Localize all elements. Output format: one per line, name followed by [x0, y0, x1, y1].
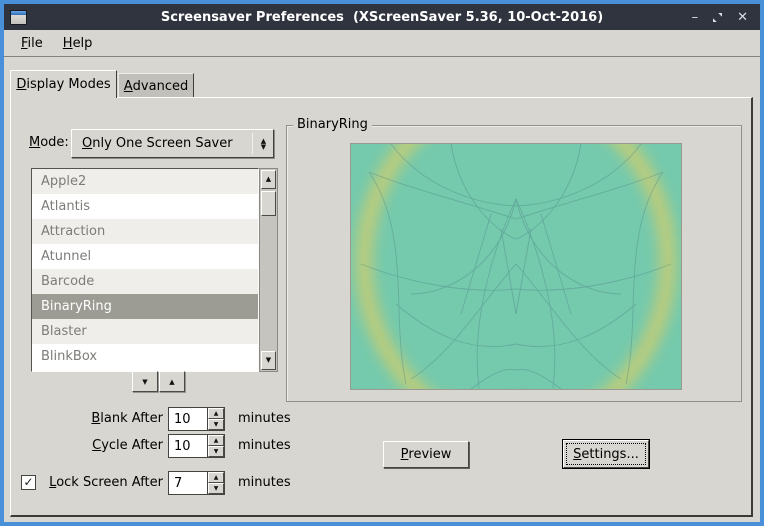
- list-item[interactable]: Blaster: [32, 319, 258, 344]
- mode-select[interactable]: Only One Screen Saver ▲ ▼: [71, 129, 274, 158]
- list-item[interactable]: Atlantis: [32, 194, 258, 219]
- combo-arrows-icon: ▲ ▼: [256, 138, 273, 150]
- preview-button[interactable]: Preview: [383, 441, 469, 468]
- mode-selected-value: Only One Screen Saver: [72, 136, 252, 151]
- titlebar[interactable]: Screensaver Preferences (XScreenSaver 5.…: [4, 4, 760, 30]
- cycle-after-spin-buttons: ▲ ▼: [207, 435, 224, 457]
- spin-up-icon[interactable]: ▲: [208, 408, 224, 419]
- mode-label: Mode:: [29, 135, 69, 150]
- spin-down-icon[interactable]: ▼: [208, 419, 224, 430]
- preview-frame-title: BinaryRing: [293, 117, 372, 132]
- lock-after-input[interactable]: [169, 472, 206, 494]
- list-nav-buttons: ▼ ▲: [132, 371, 185, 392]
- maximize-icon[interactable]: [712, 10, 723, 24]
- screensaver-list[interactable]: Apple2AtlantisAttractionAtunnelBarcodeBi…: [31, 168, 259, 372]
- prev-saver-button[interactable]: ▲: [159, 371, 185, 392]
- list-scrollbar[interactable]: ▲ ▼: [259, 168, 278, 372]
- lock-screen-label: Lock Screen After: [11, 471, 163, 495]
- window-frame: Screensaver Preferences (XScreenSaver 5.…: [0, 0, 764, 526]
- scrollbar-thumb[interactable]: [261, 191, 276, 216]
- window: Screensaver Preferences (XScreenSaver 5.…: [4, 4, 760, 522]
- preview-frame: BinaryRing: [286, 125, 742, 402]
- list-item[interactable]: BlinkBox: [32, 344, 258, 369]
- spin-up-icon[interactable]: ▲: [208, 472, 224, 483]
- tab-display-modes[interactable]: Display Modes: [10, 70, 117, 98]
- cycle-after-input[interactable]: [169, 435, 206, 457]
- list-item[interactable]: Atunnel: [32, 244, 258, 269]
- lock-after-spin-buttons: ▲ ▼: [207, 472, 224, 494]
- menubar: File Help: [4, 30, 760, 57]
- next-saver-button[interactable]: ▼: [132, 371, 158, 392]
- cycle-after-unit: minutes: [238, 434, 291, 458]
- blank-after-input[interactable]: [169, 408, 206, 430]
- spin-up-icon[interactable]: ▲: [208, 435, 224, 446]
- display-modes-panel: Mode: Only One Screen Saver ▲ ▼ Apple2At…: [10, 97, 753, 517]
- scroll-down-icon[interactable]: ▼: [261, 351, 276, 370]
- spin-down-icon[interactable]: ▼: [208, 483, 224, 494]
- list-item[interactable]: Barcode: [32, 269, 258, 294]
- blank-after-spin-buttons: ▲ ▼: [207, 408, 224, 430]
- cycle-after-label: Cycle After: [11, 434, 163, 458]
- close-icon[interactable]: ✕: [737, 10, 748, 24]
- combo-separator: [252, 133, 253, 154]
- blank-after-label: Blank After: [11, 407, 163, 431]
- cycle-after-spinner: ▲ ▼: [168, 434, 225, 458]
- lock-after-spinner: ▲ ▼: [168, 471, 225, 495]
- list-item[interactable]: Attraction: [32, 219, 258, 244]
- scroll-up-icon[interactable]: ▲: [261, 170, 276, 189]
- window-icon[interactable]: [10, 10, 27, 25]
- titlebar-controls: – ✕: [692, 10, 748, 24]
- menu-file[interactable]: File: [11, 33, 53, 54]
- lock-after-unit: minutes: [238, 471, 291, 495]
- list-item[interactable]: Apple2: [32, 169, 258, 194]
- list-item[interactable]: BinaryRing: [32, 294, 258, 319]
- tab-advanced[interactable]: Advanced: [118, 73, 194, 98]
- menu-help[interactable]: Help: [53, 33, 103, 54]
- window-title: Screensaver Preferences (XScreenSaver 5.…: [4, 10, 760, 25]
- settings-button[interactable]: Settings...: [563, 440, 649, 468]
- minimize-icon[interactable]: –: [692, 10, 699, 24]
- blank-after-spinner: ▲ ▼: [168, 407, 225, 431]
- spin-down-icon[interactable]: ▼: [208, 446, 224, 457]
- content-area: Display Modes Advanced Mode: Only One Sc…: [4, 57, 760, 522]
- screensaver-preview-image: [350, 143, 682, 390]
- blank-after-unit: minutes: [238, 407, 291, 431]
